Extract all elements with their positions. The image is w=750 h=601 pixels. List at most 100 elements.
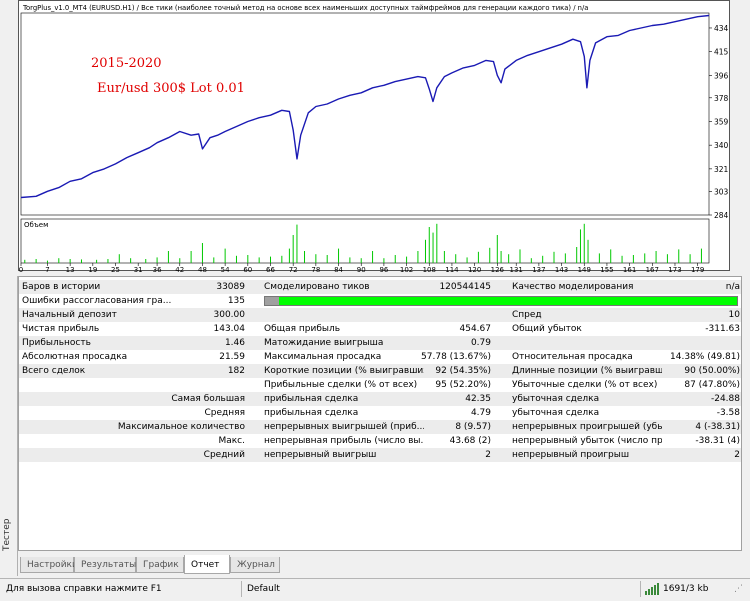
report-label: убыточная сделка: [512, 408, 600, 418]
x-tick-label: 179: [691, 266, 704, 272]
report-row: Абсолютная просадка 21.59 Максимальная про…: [19, 350, 741, 364]
y-tick-label: 321: [714, 165, 729, 174]
report-value: 95 (52.20%): [435, 380, 491, 390]
x-tick-label: 108: [423, 266, 436, 272]
report-value: 2: [734, 450, 740, 460]
report-value: 182: [227, 366, 245, 376]
report-row: Средняя прибыльная сделка 4.79 убыточная сд…: [19, 406, 741, 420]
x-tick-label: 13: [66, 266, 75, 272]
status-divider: [241, 581, 242, 597]
report-value: 10: [728, 310, 740, 320]
report-value: 14.38% (49.81): [670, 352, 740, 362]
connection-bars-svg: [645, 583, 659, 595]
report-value: 2: [485, 450, 491, 460]
x-tick-label: 120: [468, 266, 481, 272]
report-label: непрерывных выигрышей (приб...: [264, 422, 424, 432]
volume-label: Объем: [24, 221, 48, 229]
x-tick-label: 31: [134, 266, 143, 272]
report-label: прибыльная сделка: [264, 408, 359, 418]
report-value: 1.46: [224, 338, 245, 348]
report-value: 8 (9.57): [455, 422, 491, 432]
report-label: прибыльная сделка: [264, 394, 359, 404]
report-label: Средняя: [204, 408, 245, 418]
report-value: 57.78 (13.67%): [421, 352, 491, 362]
report-label: Максимальное количество: [117, 422, 245, 432]
report-row: Макс. непрерывная прибыль (число вы... 43.…: [19, 434, 741, 448]
report-value: 42.35: [465, 394, 491, 404]
y-tick-label: 415: [714, 48, 729, 57]
tab-3[interactable]: Отчет: [184, 555, 230, 574]
report-value: 120544145: [439, 282, 491, 292]
x-tick-label: 54: [221, 266, 230, 272]
status-traffic: 1691/3 kb: [663, 584, 709, 594]
report-label: Максимальная просадка: [264, 352, 382, 362]
report-label: Начальный депозит: [22, 310, 117, 320]
connection-bars-icon: [645, 581, 659, 597]
report-value: 135: [227, 296, 245, 306]
report-label: Средний: [203, 450, 245, 460]
report-label: убыточная сделка: [512, 394, 600, 404]
x-tick-label: 60: [243, 266, 252, 272]
x-tick-label: 155: [600, 266, 613, 272]
report-row: Начальный депозит 300.00 Спред 10: [19, 308, 741, 322]
modelling-quality-bar: [264, 296, 738, 306]
tab-2[interactable]: График: [136, 557, 184, 573]
x-tick-label: 149: [578, 266, 591, 272]
report-value: -3.58: [716, 408, 740, 418]
report-value: 0.79: [470, 338, 491, 348]
x-tick-label: 42: [175, 266, 184, 272]
report-label: Общий убыток: [512, 324, 582, 334]
status-help-text: Для вызова справки нажмите F1: [6, 584, 162, 594]
report-row: Чистая прибыль 143.04 Общая прибыль 454.67 О…: [19, 322, 741, 336]
x-tick-label: 7: [45, 266, 49, 272]
tester-tabs: Настройки Результаты График Отчет Журнал: [18, 555, 750, 575]
resize-grip-icon[interactable]: ⋰: [734, 581, 743, 597]
price-plot-frame: [20, 12, 710, 216]
report-row: Прибыльные сделки (% от всех) 95 (52.20%)…: [19, 378, 741, 392]
x-tick-label: 102: [400, 266, 413, 272]
report-label: Прибыльные сделки (% от всех): [264, 380, 418, 390]
report-label: Самая большая: [171, 394, 245, 404]
report-value: 21.59: [219, 352, 245, 362]
report-label: Абсолютная просадка: [22, 352, 128, 362]
report-label: Относительная просадка: [512, 352, 633, 362]
x-tick-label: 25: [111, 266, 120, 272]
report-value: -24.88: [710, 394, 740, 404]
tester-panel-label: Тестер: [2, 518, 12, 551]
x-tick-label: 72: [289, 266, 298, 272]
report-label: Убыточные сделки (% от всех): [512, 380, 658, 390]
x-tick-label: 78: [311, 266, 320, 272]
report-label: непрерывная прибыль (число вы...: [264, 436, 424, 446]
report-value: -38.31 (4): [695, 436, 740, 446]
x-tick-label: 131: [510, 266, 523, 272]
report-label: Всего сделок: [22, 366, 86, 376]
tab-0[interactable]: Настройки: [20, 557, 78, 573]
x-tick-label: 114: [445, 266, 459, 272]
x-tick-label: 48: [198, 266, 207, 272]
report-label: Короткие позиции (% выигравших): [264, 366, 424, 376]
y-tick-label: 434: [714, 24, 729, 33]
report-row: Баров в истории 33089 Смоделировано тиков 1…: [19, 280, 741, 294]
y-tick-label: 284: [714, 211, 729, 220]
report-row: Самая большая прибыльная сделка 42.35 убыто…: [19, 392, 741, 406]
equity-chart: TorgPlus_v1.0_MT4 (EURUSD.H1) / Все тики…: [19, 4, 729, 272]
report-value: -311.63: [705, 324, 740, 334]
report-label: Смоделировано тиков: [264, 282, 370, 292]
x-tick-label: 143: [555, 266, 568, 272]
report-value: 454.67: [459, 324, 492, 334]
report-label: непрерывный убыток (число про...: [512, 436, 662, 446]
x-tick-label: 161: [623, 266, 636, 272]
report-row: Прибыльность 1.46 Матожидание выигрыша 0.79: [19, 336, 741, 350]
x-tick-label: 126: [491, 266, 505, 272]
status-profile[interactable]: Default: [247, 581, 280, 597]
tab-4[interactable]: Журнал: [230, 557, 280, 573]
report-label: Спред: [512, 310, 542, 320]
y-tick-label: 396: [714, 71, 729, 80]
x-tick-label: 173: [668, 266, 681, 272]
x-tick-label: 0: [19, 266, 23, 272]
report-row: Всего сделок 182 Короткие позиции (% выигр…: [19, 364, 741, 378]
report-value: 43.68 (2): [449, 436, 491, 446]
x-tick-label: 137: [532, 266, 545, 272]
report-label: Макс.: [218, 436, 245, 446]
tab-1[interactable]: Результаты: [74, 557, 136, 573]
